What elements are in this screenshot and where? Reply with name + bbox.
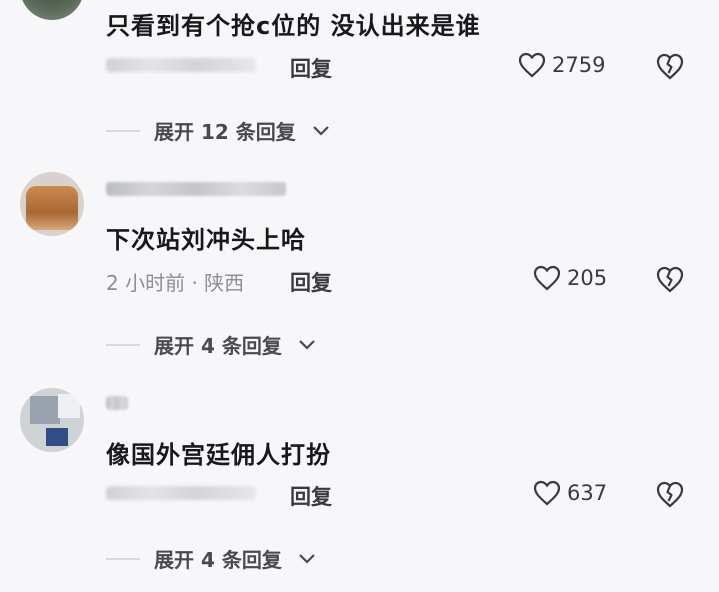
like-button[interactable]: 637 [533,480,607,506]
divider [106,343,140,346]
chevron-down-icon [299,553,315,564]
comment-text: 下次站刘冲头上哈 [106,226,306,254]
broken-heart-icon[interactable] [655,480,685,508]
like-button[interactable]: 205 [533,265,607,291]
divider [106,557,140,560]
expand-replies-label: 展开 12 条回复 [154,120,296,144]
heart-outline-icon [533,480,561,506]
broken-heart-icon[interactable] [655,52,685,80]
comment-text: 只看到有个抢c位的 没认出来是谁 [106,12,481,40]
broken-heart-icon[interactable] [655,265,685,293]
divider [106,129,140,132]
avatar[interactable] [20,388,84,452]
reply-button[interactable]: 回复 [290,481,332,511]
expand-replies-button[interactable]: 展开 12 条回复 [106,116,330,145]
like-button[interactable]: 2759 [518,52,605,78]
reply-button[interactable]: 回复 [290,53,332,83]
like-count: 2759 [552,53,606,77]
username-blurred[interactable] [106,396,128,410]
chevron-down-icon [299,339,315,350]
like-count: 637 [567,481,608,505]
expand-replies-button[interactable]: 展开 4 条回复 [106,330,316,359]
reply-button[interactable]: 回复 [290,267,332,297]
expand-replies-label: 展开 4 条回复 [154,334,282,358]
comment-text: 像国外宫廷佣人打扮 [106,441,331,469]
heart-outline-icon [533,265,561,291]
heart-outline-icon [518,52,546,78]
avatar[interactable] [20,0,84,20]
expand-replies-label: 展开 4 条回复 [154,548,282,572]
comment-meta: 2 小时前 · 陕西 [106,271,245,295]
username-blurred[interactable] [106,182,286,196]
like-count: 205 [567,266,608,290]
comment-meta-blurred [106,58,256,72]
expand-replies-button[interactable]: 展开 4 条回复 [106,544,316,573]
chevron-down-icon [312,125,329,136]
avatar[interactable] [20,172,84,236]
comment-meta-blurred [106,486,256,500]
